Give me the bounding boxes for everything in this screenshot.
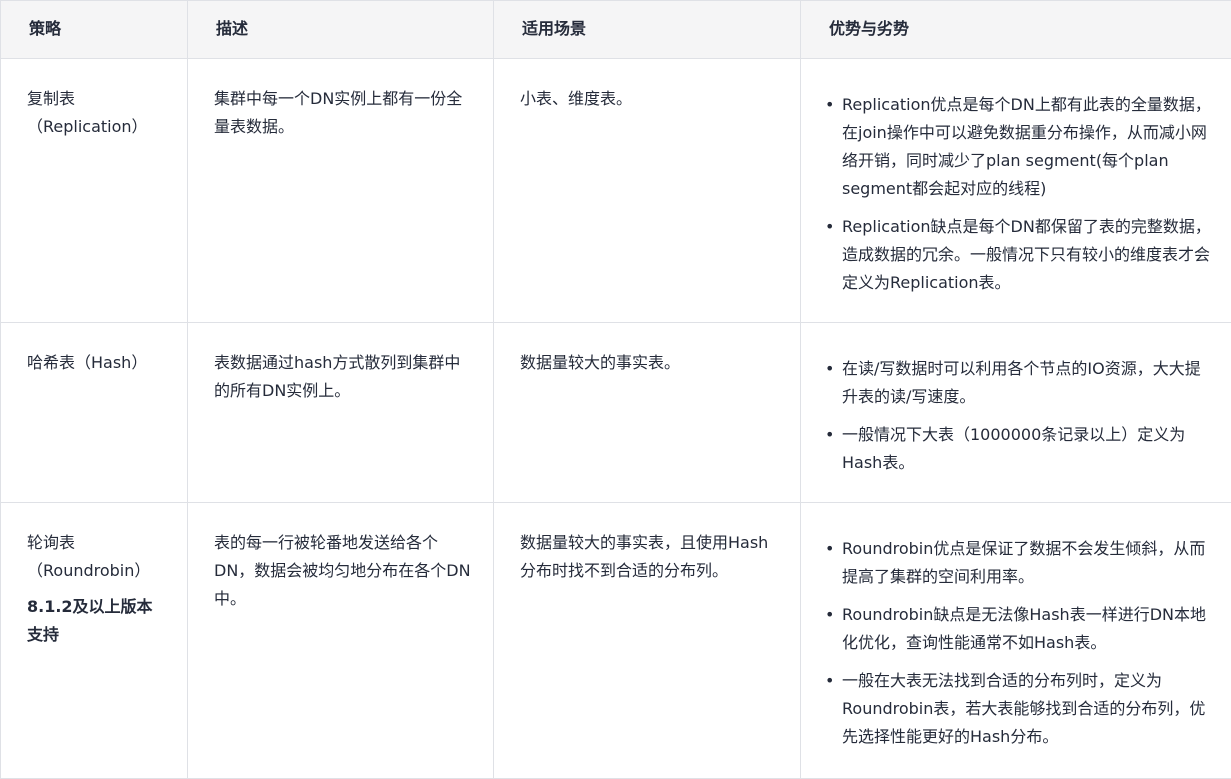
strategy-name: 轮询表 bbox=[27, 529, 167, 557]
table-header-row: 策略 描述 适用场景 优势与劣势 bbox=[1, 1, 1231, 59]
distribution-strategy-table: 策略 描述 适用场景 优势与劣势 复制表 （Replication） 集群中每一… bbox=[0, 0, 1231, 779]
description-cell: 表的每一行被轮番地发送给各个DN，数据会被均匀地分布在各个DN中。 bbox=[188, 503, 494, 779]
bullet-icon: • bbox=[825, 421, 834, 449]
list-item: • 在读/写数据时可以利用各个节点的IO资源，大大提升表的读/写速度。 bbox=[825, 355, 1211, 411]
pros-cons-cell: • Replication优点是每个DN上都有此表的全量数据，在join操作中可以… bbox=[801, 59, 1231, 323]
bullet-icon: • bbox=[825, 601, 834, 629]
bullet-icon: • bbox=[825, 213, 834, 241]
version-note: 8.1.2及以上版本支持 bbox=[27, 593, 163, 649]
list-item-text: 一般情况下大表（1000000条记录以上）定义为Hash表。 bbox=[842, 425, 1185, 472]
strategy-english-name: （Roundrobin） bbox=[27, 557, 167, 585]
bullet-icon: • bbox=[825, 91, 834, 119]
header-description: 描述 bbox=[188, 1, 494, 59]
list-item-text: 一般在大表无法找到合适的分布列时，定义为Roundrobin表，若大表能够找到合… bbox=[842, 671, 1205, 746]
pros-cons-list: • 在读/写数据时可以利用各个节点的IO资源，大大提升表的读/写速度。 • 一般情况… bbox=[825, 355, 1211, 477]
bullet-icon: • bbox=[825, 535, 834, 563]
pros-cons-list: • Roundrobin优点是保证了数据不会发生倾斜，从而提高了集群的空间利用率。… bbox=[825, 535, 1211, 751]
list-item-text: Roundrobin缺点是无法像Hash表一样进行DN本地化优化，查询性能通常不… bbox=[842, 605, 1206, 652]
scenario-cell: 数据量较大的事实表，且使用Hash分布时找不到合适的分布列。 bbox=[494, 503, 801, 779]
pros-cons-cell: • 在读/写数据时可以利用各个节点的IO资源，大大提升表的读/写速度。 • 一般情况… bbox=[801, 323, 1231, 503]
list-item-text: Roundrobin优点是保证了数据不会发生倾斜，从而提高了集群的空间利用率。 bbox=[842, 539, 1205, 586]
header-scenario: 适用场景 bbox=[494, 1, 801, 59]
list-item: • Replication缺点是每个DN都保留了表的完整数据，造成数据的冗余。一般… bbox=[825, 213, 1211, 297]
scenario-cell: 小表、维度表。 bbox=[494, 59, 801, 323]
strategy-cell: 复制表 （Replication） bbox=[1, 59, 188, 323]
bullet-icon: • bbox=[825, 355, 834, 383]
list-item: • Replication优点是每个DN上都有此表的全量数据，在join操作中可以… bbox=[825, 91, 1211, 203]
scenario-cell: 数据量较大的事实表。 bbox=[494, 323, 801, 503]
header-strategy: 策略 bbox=[1, 1, 188, 59]
list-item: • 一般情况下大表（1000000条记录以上）定义为Hash表。 bbox=[825, 421, 1211, 477]
table-body: 复制表 （Replication） 集群中每一个DN实例上都有一份全量表数据。 … bbox=[1, 59, 1231, 779]
list-item: • Roundrobin优点是保证了数据不会发生倾斜，从而提高了集群的空间利用率。 bbox=[825, 535, 1211, 591]
strategy-name: 复制表 bbox=[27, 85, 167, 113]
strategy-cell: 轮询表 （Roundrobin） 8.1.2及以上版本支持 bbox=[1, 503, 188, 779]
strategy-name: 哈希表（Hash） bbox=[27, 349, 167, 377]
table-row-hash: 哈希表（Hash） 表数据通过hash方式散列到集群中的所有DN实例上。 数据量… bbox=[1, 323, 1231, 503]
table-row-roundrobin: 轮询表 （Roundrobin） 8.1.2及以上版本支持 表的每一行被轮番地发… bbox=[1, 503, 1231, 779]
list-item: • 一般在大表无法找到合适的分布列时，定义为Roundrobin表，若大表能够找到… bbox=[825, 667, 1211, 751]
description-cell: 集群中每一个DN实例上都有一份全量表数据。 bbox=[188, 59, 494, 323]
strategy-english-name: （Replication） bbox=[27, 113, 167, 141]
bullet-icon: • bbox=[825, 667, 834, 695]
list-item-text: Replication缺点是每个DN都保留了表的完整数据，造成数据的冗余。一般情… bbox=[842, 217, 1211, 292]
header-pros-cons: 优势与劣势 bbox=[801, 1, 1231, 59]
table-header: 策略 描述 适用场景 优势与劣势 bbox=[1, 1, 1231, 59]
pros-cons-list: • Replication优点是每个DN上都有此表的全量数据，在join操作中可以… bbox=[825, 91, 1211, 297]
table-row-replication: 复制表 （Replication） 集群中每一个DN实例上都有一份全量表数据。 … bbox=[1, 59, 1231, 323]
strategy-cell: 哈希表（Hash） bbox=[1, 323, 188, 503]
list-item: • Roundrobin缺点是无法像Hash表一样进行DN本地化优化，查询性能通常… bbox=[825, 601, 1211, 657]
list-item-text: Replication优点是每个DN上都有此表的全量数据，在join操作中可以避… bbox=[842, 95, 1211, 198]
list-item-text: 在读/写数据时可以利用各个节点的IO资源，大大提升表的读/写速度。 bbox=[842, 359, 1201, 406]
description-cell: 表数据通过hash方式散列到集群中的所有DN实例上。 bbox=[188, 323, 494, 503]
pros-cons-cell: • Roundrobin优点是保证了数据不会发生倾斜，从而提高了集群的空间利用率。… bbox=[801, 503, 1231, 779]
